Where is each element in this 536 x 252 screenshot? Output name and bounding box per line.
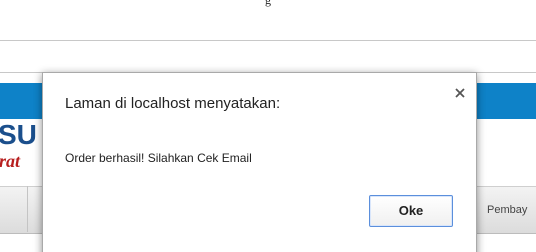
ok-button[interactable]: Oke	[369, 195, 453, 227]
logo-text-top: SU	[0, 119, 37, 150]
caption-text: g	[265, 0, 271, 7]
dialog-title: Laman di localhost menyatakan:	[65, 95, 281, 112]
nav-separator	[27, 186, 28, 232]
browser-blank-area	[0, 42, 536, 70]
dialog-message: Order berhasil! Silahkan Cek Email	[65, 151, 252, 165]
page: g SU rat Pembay Laman di localhost menya…	[0, 0, 536, 252]
close-icon[interactable]	[453, 86, 467, 100]
logo-text-bottom: rat	[0, 151, 21, 171]
divider-line	[0, 40, 536, 41]
nav-item-pembayaran[interactable]: Pembay	[487, 203, 527, 217]
top-caption: g	[0, 0, 536, 20]
alert-dialog: Laman di localhost menyatakan: Order ber…	[42, 72, 477, 252]
